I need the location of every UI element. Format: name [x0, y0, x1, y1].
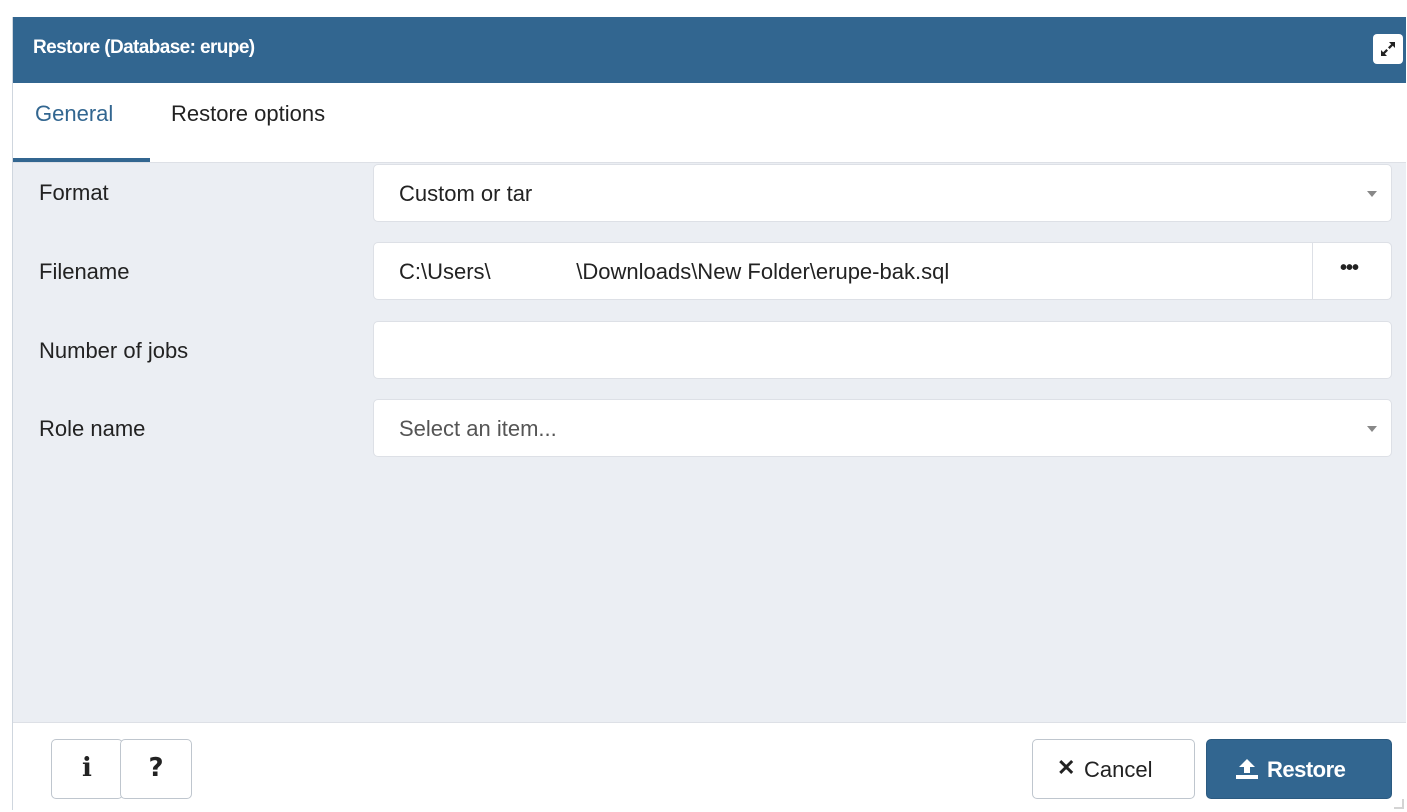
- maximize-button[interactable]: [1373, 34, 1403, 64]
- dialog-title: Restore (Database: erupe): [33, 37, 255, 58]
- dialog-footer: i ? ✕ Cancel Restore: [13, 722, 1406, 811]
- cancel-label: Cancel: [1084, 757, 1153, 782]
- filename-value: C:\Users\ \Downloads\New Folder\erupe-ba…: [399, 259, 950, 284]
- filename-label: Filename: [39, 259, 130, 284]
- tab-bar: General Restore options: [13, 83, 1406, 163]
- role-select[interactable]: Select an item...: [373, 399, 1392, 457]
- format-select[interactable]: Custom or tar: [373, 164, 1392, 222]
- background-window-strip: [0, 0, 1407, 18]
- filename-input[interactable]: C:\Users\ \Downloads\New Folder\erupe-ba…: [373, 242, 1392, 300]
- role-label: Role name: [39, 416, 146, 441]
- chevron-down-icon: [1367, 191, 1377, 197]
- close-icon: ✕: [1057, 755, 1076, 780]
- jobs-input[interactable]: [373, 321, 1392, 379]
- dialog-titlebar[interactable]: Restore (Database: erupe): [13, 17, 1406, 83]
- resize-grip[interactable]: [1394, 799, 1404, 809]
- help-icon: ?: [148, 753, 164, 783]
- background-window-edge: [0, 18, 10, 812]
- expand-icon: [1381, 42, 1395, 56]
- restore-label: Restore: [1267, 757, 1346, 782]
- browse-file-button[interactable]: •••: [1312, 242, 1392, 300]
- upload-icon: [1236, 759, 1258, 779]
- format-label: Format: [39, 180, 109, 205]
- format-value: Custom or tar: [399, 181, 533, 206]
- ellipsis-icon: •••: [1340, 257, 1359, 279]
- jobs-label: Number of jobs: [39, 338, 189, 363]
- active-tab-indicator: [13, 158, 150, 162]
- restore-button[interactable]: Restore: [1206, 739, 1392, 799]
- help-button[interactable]: ?: [120, 739, 192, 799]
- tab-restore-options[interactable]: Restore options: [171, 101, 325, 127]
- tab-general[interactable]: General: [35, 101, 113, 127]
- chevron-down-icon: [1367, 426, 1377, 432]
- cancel-button[interactable]: ✕ Cancel: [1032, 739, 1195, 799]
- role-placeholder: Select an item...: [399, 416, 557, 441]
- restore-dialog: Restore (Database: erupe) General Restor…: [12, 17, 1406, 811]
- info-icon: i: [82, 753, 92, 783]
- info-button[interactable]: i: [51, 739, 123, 799]
